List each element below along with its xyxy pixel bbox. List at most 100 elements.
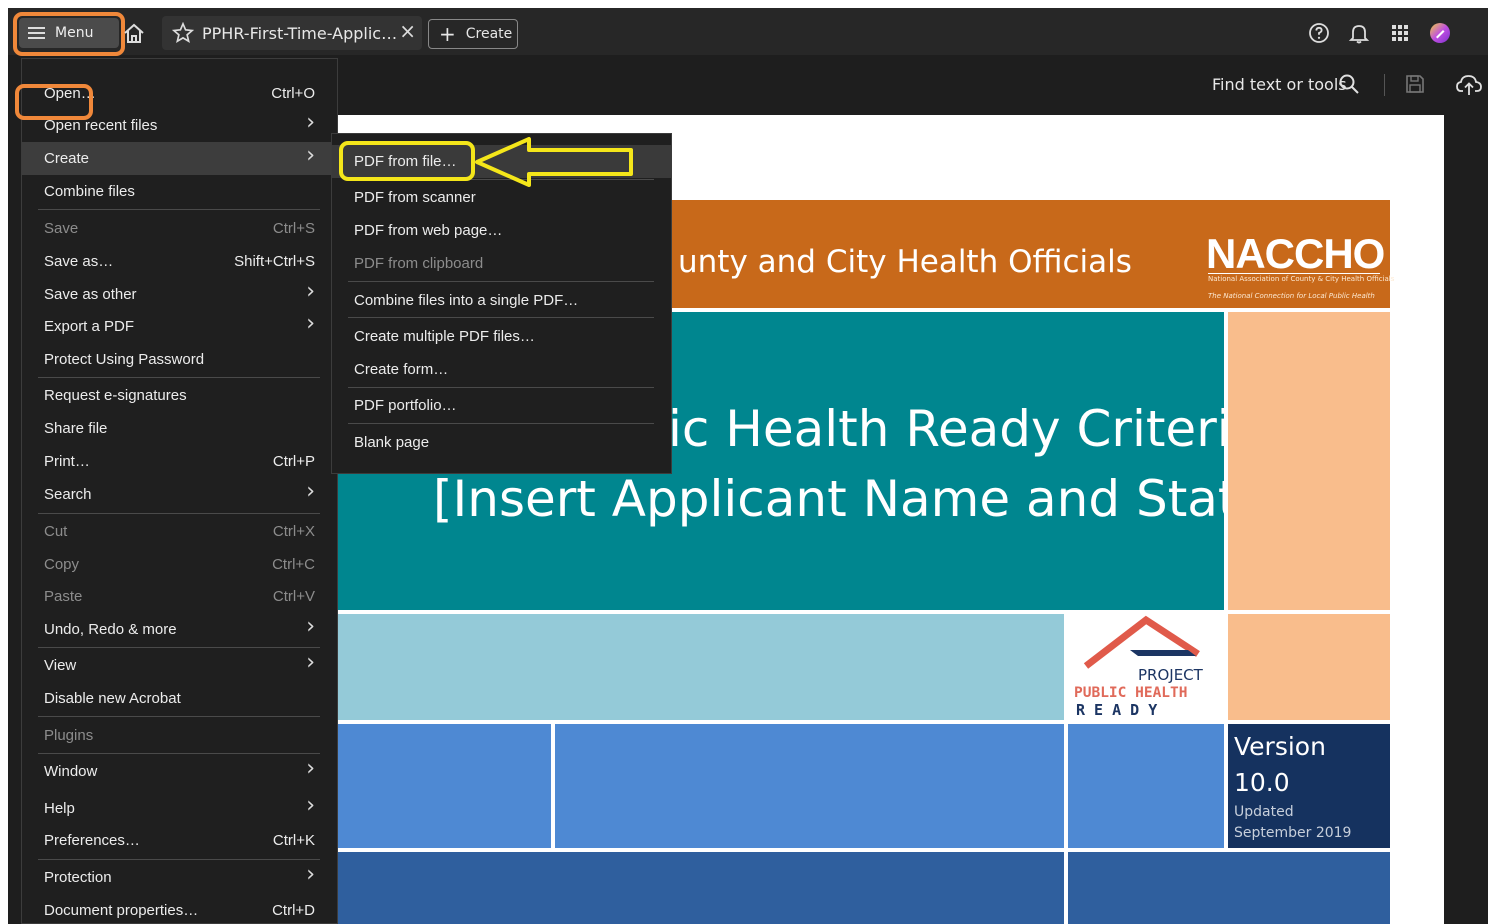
submenu-separator [348, 423, 654, 424]
menu-item-label: Print… [44, 453, 90, 470]
chevron-right-icon: › [306, 862, 315, 887]
menu-item-label: Paste [44, 588, 83, 605]
menu-item-help[interactable]: Help › [22, 792, 337, 825]
submenu-item-blank-page[interactable]: Blank page [332, 426, 671, 459]
user-avatar-icon[interactable] [1429, 22, 1451, 44]
submenu-separator [348, 387, 654, 388]
chevron-right-icon: › [306, 279, 315, 304]
menu-separator [38, 859, 320, 860]
toolbar-divider [1384, 74, 1385, 96]
document-title: ic Health Ready Criteria [668, 400, 1262, 458]
menu-item-combine-files[interactable]: Combine files [22, 175, 337, 208]
submenu-item-combine-files-into-a-single-pdf[interactable]: Combine files into a single PDF… [332, 284, 671, 317]
submenu-item-label: PDF portfolio… [354, 397, 457, 414]
pdf-from-file-highlight-outline [339, 141, 475, 181]
menu-item-protection[interactable]: Protection › [22, 861, 337, 894]
menu-item-export-a-pdf[interactable]: Export a PDF › [22, 310, 337, 343]
project-public-health-ready-logo: PROJECT PUBLIC HEALTH R E A D Y [1068, 614, 1224, 720]
menu-item-label: Help [44, 800, 75, 817]
decorative-blue-block [555, 724, 1064, 848]
acrobat-window: Menu PPHR-First-Time-Applic… × + Create [8, 8, 1488, 924]
menu-item-label: Document properties… [44, 902, 199, 919]
menu-item-label: Save as other [44, 286, 137, 303]
submenu-item-label: Create multiple PDF files… [354, 328, 535, 345]
menu-separator [38, 716, 320, 717]
menu-separator [38, 753, 320, 754]
menu-item-label: Disable new Acrobat [44, 690, 181, 707]
menu-item-label: Protect Using Password [44, 351, 205, 368]
menu-item-shortcut: Shift+Ctrl+S [234, 253, 315, 270]
menu-item-label: Save [44, 220, 79, 237]
chevron-right-icon: › [306, 110, 315, 135]
menu-item-document-properties[interactable]: Document properties… Ctrl+D [22, 894, 337, 924]
star-icon[interactable] [172, 22, 194, 44]
apps-grid-icon[interactable] [1389, 22, 1411, 44]
bell-icon[interactable] [1348, 22, 1370, 44]
menu-item-view[interactable]: View › [22, 649, 337, 682]
menu-item-cut: Cut Ctrl+X [22, 515, 337, 548]
menu-item-label: Preferences… [44, 832, 140, 849]
tab-close-icon[interactable]: × [399, 19, 416, 43]
menu-item-disable-new-acrobat[interactable]: Disable new Acrobat [22, 682, 337, 715]
pphr-logo-ready: R E A D Y [1076, 701, 1157, 719]
menu-item-request-e-signatures[interactable]: Request e-signatures [22, 379, 337, 412]
submenu-item-create-form[interactable]: Create form… [332, 353, 671, 386]
yellow-arrow-annotation [475, 137, 633, 187]
plus-icon: + [439, 22, 456, 46]
menu-item-protect-using-password[interactable]: Protect Using Password [22, 343, 337, 376]
menu-item-label: Export a PDF [44, 318, 135, 335]
decorative-darkblue-block [1068, 852, 1390, 924]
menu-item-label: Create [44, 150, 90, 167]
menu-item-undo-redo-more[interactable]: Undo, Redo & more › [22, 613, 337, 646]
menu-item-label: Protection [44, 869, 112, 886]
menu-item-label: Copy [44, 556, 80, 573]
home-icon[interactable] [122, 22, 146, 44]
menu-item-label: View [44, 657, 77, 674]
menu-item-paste: Paste Ctrl+V [22, 580, 337, 613]
submenu-item-pdf-portfolio[interactable]: PDF portfolio… [332, 389, 671, 422]
menu-item-label: Combine files [44, 183, 135, 200]
organization-name-text: unty and City Health Officials [678, 244, 1132, 280]
applicant-placeholder: [Insert Applicant Name and State] [433, 470, 1288, 528]
submenu-item-pdf-from-web-page[interactable]: PDF from web page… [332, 214, 671, 247]
menu-item-copy: Copy Ctrl+C [22, 548, 337, 581]
find-text-or-tools[interactable]: Find text or tools [1212, 75, 1347, 94]
search-icon[interactable] [1338, 73, 1360, 95]
menu-item-save-as-other[interactable]: Save as other › [22, 278, 337, 311]
version-label: Version [1234, 732, 1326, 761]
save-icon[interactable] [1404, 73, 1426, 95]
create-button-label: Create [465, 26, 513, 42]
document-tab[interactable]: PPHR-First-Time-Applic… × [162, 16, 422, 50]
menu-item-label: Search [44, 486, 92, 503]
decorative-peach-block [1228, 312, 1390, 610]
cloud-upload-icon[interactable] [1456, 73, 1482, 97]
chevron-right-icon: › [306, 479, 315, 504]
menu-item-label: Undo, Redo & more [44, 621, 177, 638]
menu-item-save: Save Ctrl+S [22, 212, 337, 245]
version-number: 10.0 [1234, 768, 1290, 797]
menu-item-label: Window [44, 763, 98, 780]
menu-item-label: Plugins [44, 727, 94, 744]
version-block: Version 10.0 Updated September 2019 [1228, 724, 1390, 848]
menu-item-shortcut: Ctrl+D [272, 902, 315, 919]
menu-item-save-as[interactable]: Save as… Shift+Ctrl+S [22, 245, 337, 278]
submenu-item-label: Combine files into a single PDF… [354, 292, 579, 309]
menu-item-search[interactable]: Search › [22, 478, 337, 511]
submenu-item-label: Create form… [354, 361, 449, 378]
menu-separator [38, 513, 320, 514]
create-button[interactable]: + Create [428, 19, 518, 49]
naccho-logo-subtitle: National Association of County & City He… [1208, 273, 1395, 283]
updated-label: Updated [1234, 804, 1294, 820]
menu-item-shortcut: Ctrl+O [271, 85, 315, 102]
menu-item-create[interactable]: Create › [22, 142, 337, 175]
help-icon[interactable] [1308, 22, 1330, 44]
menu-item-print[interactable]: Print… Ctrl+P [22, 445, 337, 478]
submenu-item-create-multiple-pdf-files[interactable]: Create multiple PDF files… [332, 320, 671, 353]
menu-item-share-file[interactable]: Share file [22, 412, 337, 445]
menu-item-preferences[interactable]: Preferences… Ctrl+K [22, 824, 337, 857]
decorative-lightblue-block [338, 614, 1064, 720]
menu-item-window[interactable]: Window › [22, 755, 337, 788]
menu-item-shortcut: Ctrl+K [272, 832, 315, 849]
submenu-item-pdf-from-clipboard: PDF from clipboard [332, 247, 671, 280]
submenu-separator [348, 317, 654, 318]
